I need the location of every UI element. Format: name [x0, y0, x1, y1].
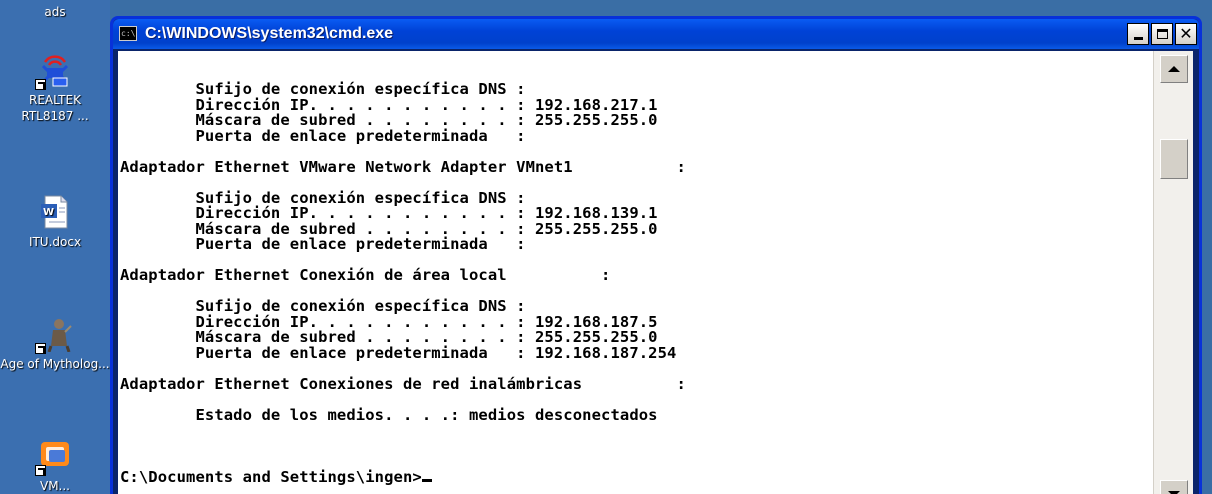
console-line: Puerta de enlace predeterminada :	[120, 235, 526, 253]
scrollbar-thumb[interactable]	[1160, 139, 1188, 179]
shortcut-arrow-icon	[35, 79, 46, 90]
desktop-icon-itu-docx[interactable]: W ITU.docx	[0, 194, 110, 250]
desktop-icon-vmware[interactable]: VM...	[0, 438, 110, 494]
scroll-up-button[interactable]	[1160, 55, 1188, 83]
vertical-scrollbar[interactable]	[1153, 51, 1193, 494]
console-lines: Sufijo de conexión específica DNS : Dire…	[120, 81, 686, 439]
vmware-icon	[35, 438, 73, 476]
desktop: ads REALTEK RTL8187 ... W ITU.docx Age o…	[0, 0, 110, 494]
console-line: Puerta de enlace predeterminada :	[120, 126, 526, 145]
desktop-icon-realtek[interactable]: REALTEK RTL8187 ...	[0, 52, 110, 124]
cmd-icon[interactable]: c:\	[119, 26, 137, 41]
console-line: Adaptador Ethernet Conexiones de red ina…	[120, 374, 686, 393]
shortcut-arrow-icon	[35, 343, 46, 354]
minimize-button[interactable]	[1127, 23, 1149, 45]
desktop-icon-ads[interactable]: ads	[0, 4, 110, 20]
scroll-down-button[interactable]	[1160, 480, 1188, 494]
word-document-icon: W	[37, 194, 73, 230]
shortcut-arrow-icon	[35, 465, 46, 476]
arrow-up-icon	[1168, 66, 1180, 72]
maximize-icon	[1156, 29, 1168, 39]
console-output[interactable]: Sufijo de conexión específica DNS : Dire…	[118, 51, 1153, 494]
minimize-icon	[1133, 36, 1143, 40]
maximize-button[interactable]	[1151, 23, 1173, 45]
desktop-icon-label: Age of Mytholog...	[0, 357, 110, 371]
console-line: Adaptador Ethernet VMware Network Adapte…	[120, 157, 686, 176]
desktop-icon-label: ITU.docx	[28, 235, 82, 249]
cmd-window[interactable]: c:\ C:\WINDOWS\system32\cmd.exe ✕ Sufijo…	[110, 16, 1202, 494]
desktop-icon-label: VM...	[39, 479, 70, 493]
window-title: C:\WINDOWS\system32\cmd.exe	[145, 25, 394, 42]
close-button[interactable]: ✕	[1175, 23, 1197, 45]
title-bar[interactable]: c:\ C:\WINDOWS\system32\cmd.exe ✕	[113, 19, 1199, 49]
game-icon	[35, 316, 73, 354]
wireless-network-icon	[35, 52, 73, 90]
desktop-icon-age-of-mythology[interactable]: Age of Mytholog...	[0, 316, 110, 372]
svg-text:W: W	[43, 207, 54, 218]
text-cursor	[421, 478, 432, 482]
close-icon: ✕	[1179, 24, 1193, 43]
command-prompt-line[interactable]: C:\Documents and Settings\ingen>	[120, 467, 686, 486]
console-line: Adaptador Ethernet Conexión de área loca…	[120, 266, 611, 284]
desktop-icon-label: REALTEK RTL8187 ...	[21, 93, 89, 123]
console-text: Sufijo de conexión específica DNS : Dire…	[120, 51, 686, 494]
desktop-icon-label: ads	[44, 5, 66, 19]
console-line: Estado de los medios. . . .: medios desc…	[120, 405, 658, 424]
command-prompt: C:\Documents and Settings\ingen>	[120, 467, 422, 486]
console-line: Puerta de enlace predeterminada : 192.16…	[120, 343, 677, 362]
